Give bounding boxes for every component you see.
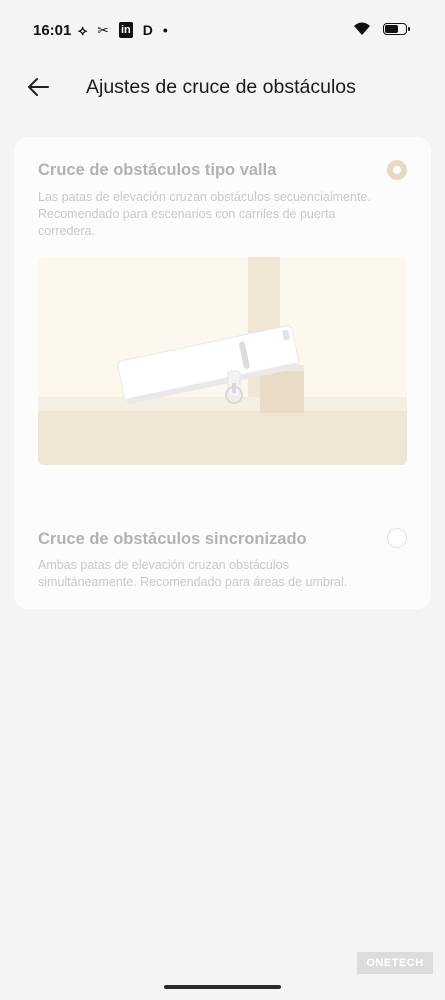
link-icon: ⟡ — [78, 22, 88, 38]
radio-unselected[interactable] — [387, 528, 407, 548]
status-indicators — [353, 22, 410, 36]
d-app-icon: D — [142, 22, 153, 38]
option-description: Las patas de elevación cruzan obstáculos… — [38, 190, 371, 238]
header: Ajustes de cruce de obstáculos — [0, 62, 445, 112]
linkedin-icon: in — [119, 22, 133, 38]
robot-crossing-rail-image — [38, 257, 407, 465]
back-button[interactable] — [22, 72, 56, 102]
notification-dot-icon: • — [162, 22, 168, 38]
onetech-watermark: ONETECH — [357, 952, 433, 974]
home-indicator[interactable] — [164, 985, 281, 989]
arrow-left-icon — [28, 78, 49, 96]
status-bar: 16:01 ⟡ ✂ in D • — [0, 0, 445, 62]
status-app-icons: ⟡ ✂ in D • — [78, 22, 168, 38]
page-title: Ajustes de cruce de obstáculos — [86, 76, 356, 98]
battery-icon — [383, 23, 410, 35]
options-panel: Cruce de obstáculos tipo valla Las patas… — [14, 137, 431, 609]
option-title: Cruce de obstáculos sincronizado — [38, 530, 307, 548]
status-time: 16:01 — [33, 22, 72, 39]
radio-selected[interactable] — [387, 160, 407, 180]
capcut-icon: ✂ — [97, 22, 109, 38]
wifi-icon — [354, 22, 370, 35]
option-title: Cruce de obstáculos tipo valla — [38, 161, 277, 179]
option-description: Ambas patas de elevación cruzan obstácul… — [38, 558, 348, 589]
hurdle-crossing-illustration — [38, 257, 407, 465]
